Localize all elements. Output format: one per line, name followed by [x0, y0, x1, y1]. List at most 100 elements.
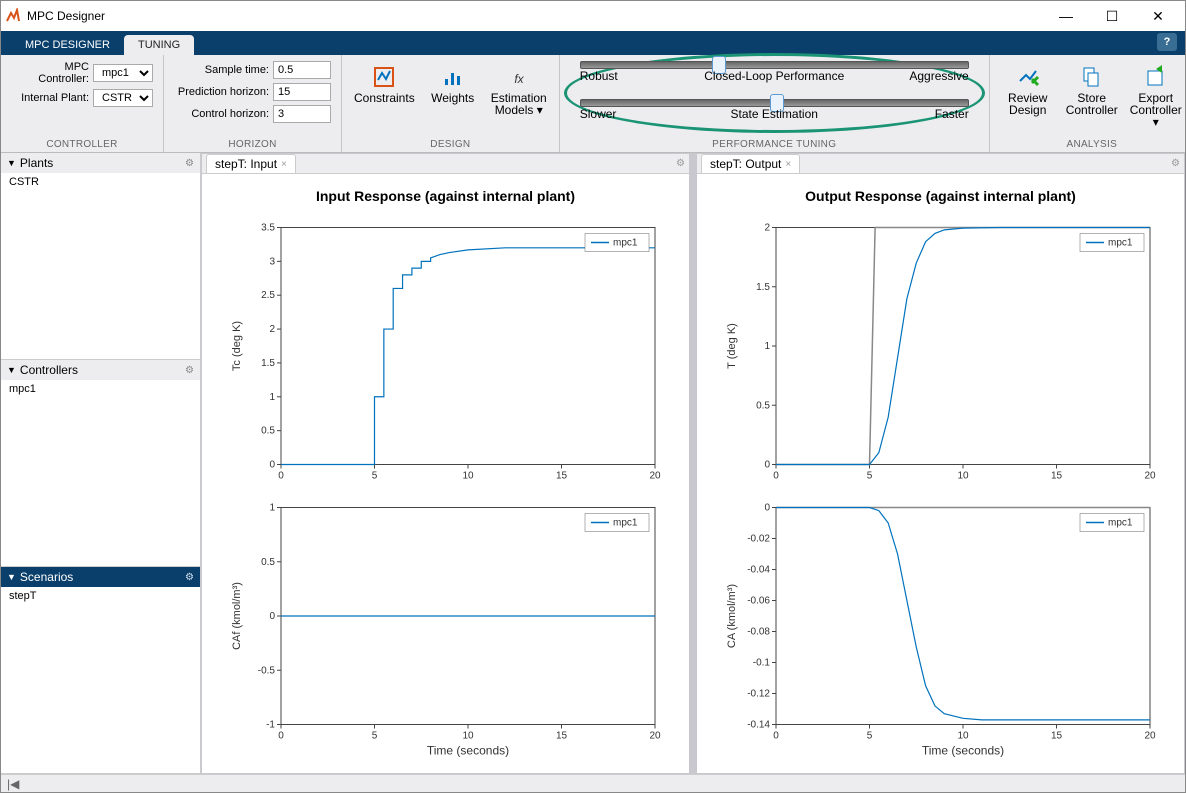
- svg-text:Time (seconds): Time (seconds): [427, 744, 509, 758]
- minimize-button[interactable]: —: [1043, 1, 1089, 31]
- svg-text:-0.1: -0.1: [753, 658, 771, 669]
- gear-icon[interactable]: ⚙: [185, 572, 194, 583]
- review-design-button[interactable]: Review Design: [1000, 61, 1056, 120]
- closed-loop-slider-wrap: Robust Closed-Loop Performance Aggressiv…: [580, 61, 969, 83]
- svg-text:5: 5: [372, 471, 378, 482]
- constraints-icon: [372, 65, 396, 89]
- close-button[interactable]: ✕: [1135, 1, 1181, 31]
- closed-loop-slider[interactable]: [580, 61, 969, 69]
- svg-text:mpc1: mpc1: [1108, 518, 1133, 529]
- gear-icon[interactable]: ⚙: [185, 365, 194, 376]
- gear-icon[interactable]: ⚙: [676, 158, 685, 169]
- output-plot-tab[interactable]: stepT: Output ×: [701, 154, 800, 173]
- sample-time-input[interactable]: [273, 61, 331, 79]
- controllers-panel-header[interactable]: ▼ Controllers ⚙: [1, 360, 200, 380]
- svg-text:2: 2: [269, 324, 275, 335]
- analysis-section-label: ANALYSIS: [1000, 139, 1184, 150]
- statusbar-back-icon[interactable]: |◀: [7, 777, 19, 791]
- estimation-icon: fx: [507, 65, 531, 89]
- window-title: MPC Designer: [27, 9, 1043, 23]
- svg-text:1.5: 1.5: [261, 358, 275, 369]
- help-button[interactable]: ?: [1157, 33, 1177, 51]
- close-icon[interactable]: ×: [785, 159, 791, 170]
- svg-text:-0.12: -0.12: [747, 689, 770, 700]
- tuning-section-label: PERFORMANCE TUNING: [580, 139, 969, 150]
- state-estimation-slider-wrap: Slower State Estimation Faster: [580, 99, 969, 121]
- close-icon[interactable]: ×: [281, 159, 287, 170]
- output-plot-pane: stepT: Output × ⚙ Output Response (again…: [696, 153, 1185, 774]
- gear-icon[interactable]: ⚙: [185, 158, 194, 169]
- svg-text:1: 1: [269, 392, 275, 403]
- status-bar: |◀: [1, 774, 1185, 792]
- review-icon: [1016, 65, 1040, 89]
- slider2-center-label: State Estimation: [731, 107, 818, 121]
- design-section: Constraints Weights fx Estimation Models…: [342, 55, 560, 152]
- slider2-left-label: Slower: [580, 107, 617, 121]
- collapse-icon: ▼: [7, 572, 16, 582]
- gear-icon[interactable]: ⚙: [1171, 158, 1180, 169]
- slider2-right-label: Faster: [935, 107, 969, 121]
- svg-text:0.5: 0.5: [756, 400, 770, 411]
- svg-text:20: 20: [649, 471, 661, 482]
- chart-input-tc: 0510152000.511.522.533.5Tc (deg K)mpc1: [226, 216, 665, 484]
- maximize-button[interactable]: ☐: [1089, 1, 1135, 31]
- performance-tuning-section: Robust Closed-Loop Performance Aggressiv…: [560, 55, 990, 152]
- tab-mpc-designer[interactable]: MPC DESIGNER: [11, 35, 124, 55]
- input-plot-tab[interactable]: stepT: Input ×: [206, 154, 296, 173]
- state-estimation-slider[interactable]: [580, 99, 969, 107]
- svg-text:0: 0: [278, 471, 284, 482]
- svg-text:mpc1: mpc1: [613, 238, 638, 249]
- svg-text:10: 10: [957, 731, 969, 742]
- svg-text:0.5: 0.5: [261, 557, 275, 568]
- svg-text:Time (seconds): Time (seconds): [922, 744, 1004, 758]
- control-horizon-input[interactable]: [273, 105, 331, 123]
- store-controller-button[interactable]: Store Controller: [1064, 61, 1120, 120]
- svg-text:15: 15: [556, 731, 568, 742]
- svg-text:-0.02: -0.02: [747, 534, 770, 545]
- plants-panel-header[interactable]: ▼ Plants ⚙: [1, 153, 200, 173]
- export-controller-button[interactable]: Export Controller ▾: [1128, 61, 1184, 132]
- svg-text:0: 0: [269, 611, 275, 622]
- scenarios-panel-header[interactable]: ▼ Scenarios ⚙: [1, 567, 200, 587]
- controller-section-label: CONTROLLER: [11, 139, 153, 150]
- internal-plant-label: Internal Plant:: [11, 92, 89, 104]
- output-plot-title: Output Response (against internal plant): [721, 188, 1160, 204]
- svg-text:Tc (deg K): Tc (deg K): [231, 321, 243, 371]
- slider1-center-label: Closed-Loop Performance: [704, 69, 844, 83]
- svg-text:5: 5: [867, 731, 873, 742]
- store-icon: [1080, 65, 1104, 89]
- estimation-models-button[interactable]: fx Estimation Models ▾: [489, 61, 549, 120]
- mpc-controller-select[interactable]: mpc1: [93, 64, 153, 82]
- list-item[interactable]: CSTR: [1, 173, 200, 191]
- svg-text:-0.06: -0.06: [747, 596, 770, 607]
- svg-text:mpc1: mpc1: [1108, 238, 1133, 249]
- collapse-icon: ▼: [7, 365, 16, 375]
- svg-text:0: 0: [764, 460, 770, 471]
- tab-tuning[interactable]: TUNING: [124, 35, 194, 55]
- svg-text:-0.04: -0.04: [747, 565, 770, 576]
- svg-text:5: 5: [372, 731, 378, 742]
- svg-text:0: 0: [773, 471, 779, 482]
- controller-section: MPC Controller: mpc1 Internal Plant: CST…: [1, 55, 164, 152]
- scenarios-panel: ▼ Scenarios ⚙ stepT: [1, 567, 200, 774]
- svg-text:T (deg K): T (deg K): [726, 323, 738, 369]
- svg-text:-0.5: -0.5: [258, 665, 276, 676]
- list-item[interactable]: mpc1: [1, 380, 200, 398]
- svg-text:2: 2: [764, 223, 770, 234]
- svg-text:0: 0: [764, 503, 770, 514]
- weights-button[interactable]: Weights: [425, 61, 481, 108]
- plot-area: stepT: Input × ⚙ Input Response (against…: [201, 153, 1185, 774]
- svg-text:mpc1: mpc1: [613, 518, 638, 529]
- plants-panel: ▼ Plants ⚙ CSTR: [1, 153, 200, 360]
- list-item[interactable]: stepT: [1, 587, 200, 605]
- svg-text:-0.14: -0.14: [747, 720, 770, 731]
- analysis-section: Review Design Store Controller Export Co…: [990, 55, 1186, 152]
- prediction-horizon-input[interactable]: [273, 83, 331, 101]
- controllers-panel: ▼ Controllers ⚙ mpc1: [1, 360, 200, 567]
- export-icon: [1144, 65, 1168, 89]
- internal-plant-select[interactable]: CSTR: [93, 89, 153, 107]
- prediction-horizon-label: Prediction horizon:: [174, 86, 269, 98]
- constraints-button[interactable]: Constraints: [352, 61, 417, 108]
- toolstrip: MPC Controller: mpc1 Internal Plant: CST…: [1, 55, 1185, 153]
- data-browser: ▼ Plants ⚙ CSTR ▼ Controllers ⚙ mpc1 ▼: [1, 153, 201, 774]
